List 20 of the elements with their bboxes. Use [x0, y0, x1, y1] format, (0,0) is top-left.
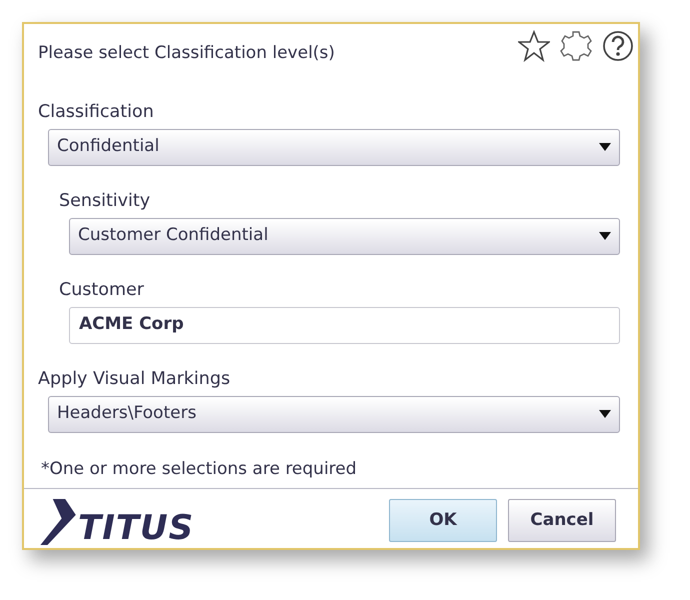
- required-note: *One or more selections are required: [40, 458, 358, 480]
- cancel-button[interactable]: Cancel: [508, 499, 616, 542]
- caret-icon: [599, 143, 611, 151]
- ok-button[interactable]: OK: [389, 499, 497, 542]
- field-label: Apply Visual Markings: [38, 368, 232, 390]
- input-field[interactable]: ACME Corp: [69, 306, 620, 344]
- caret-icon: [599, 232, 611, 240]
- field-label: Sensitivity: [59, 190, 152, 212]
- star-icon[interactable]: [518, 30, 550, 62]
- dialog-title: Please select Classification level(s): [38, 42, 335, 65]
- chevron-logo-icon: [40, 499, 78, 545]
- dropdown[interactable]: Confidential: [48, 128, 620, 166]
- field-label: Customer: [59, 278, 146, 300]
- help-icon[interactable]: [602, 30, 634, 62]
- dropdown[interactable]: Customer Confidential: [69, 218, 620, 254]
- dropdown[interactable]: Headers\Footers: [48, 396, 620, 432]
- field-label: Classification: [38, 100, 155, 122]
- caret-icon: [599, 410, 611, 418]
- logo-text: TITUS: [78, 511, 194, 545]
- gear-icon[interactable]: [560, 30, 592, 62]
